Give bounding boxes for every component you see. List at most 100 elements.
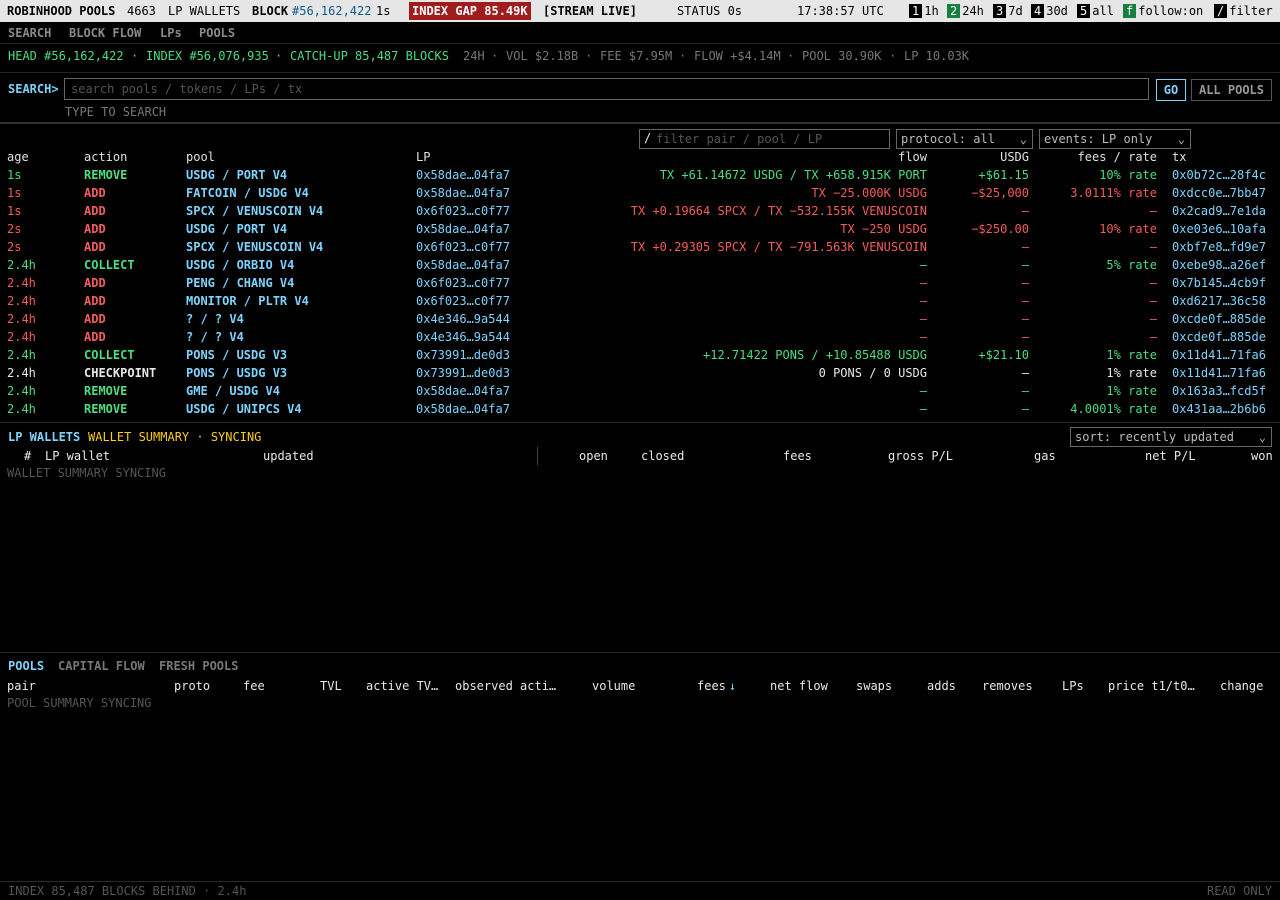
- col-pair[interactable]: pair: [7, 677, 36, 695]
- search-input[interactable]: [64, 78, 1149, 100]
- follow-toggle[interactable]: f follow:on: [1123, 2, 1203, 20]
- event-pool[interactable]: PONS / USDG V3: [186, 346, 287, 364]
- event-pool[interactable]: SPCX / VENUSCOIN V4: [186, 238, 323, 256]
- event-row[interactable]: 2.4h REMOVE USDG / UNIPCS V4 0x58dae…04fa7 —…: [0, 400, 1280, 418]
- col-flow[interactable]: flow: [898, 148, 927, 166]
- event-pool[interactable]: USDG / ORBIO V4: [186, 256, 294, 274]
- event-row[interactable]: 2.4h ADD ? / ? V4 0x4e346…9a544 — — — 0xcde0f…8…: [0, 310, 1280, 328]
- event-lp-address[interactable]: 0x6f023…c0f77: [416, 238, 510, 256]
- event-lp-address[interactable]: 0x73991…de0d3: [416, 364, 510, 382]
- col-open[interactable]: open: [579, 447, 608, 465]
- filter-shortcut[interactable]: / filter: [1214, 2, 1273, 20]
- col-adds[interactable]: adds: [927, 677, 956, 695]
- all-pools-button[interactable]: ALL POOLS: [1191, 79, 1272, 101]
- col-closed[interactable]: closed: [641, 447, 684, 465]
- col-gross-pl[interactable]: gross P/L: [888, 447, 953, 465]
- event-row[interactable]: 1s ADD FATCOIN / USDG V4 0x58dae…04fa7 TX −2…: [0, 184, 1280, 202]
- event-pool[interactable]: ? / ? V4: [186, 310, 244, 328]
- col-age[interactable]: age: [7, 148, 29, 166]
- event-lp-address[interactable]: 0x6f023…c0f77: [416, 202, 510, 220]
- event-pool[interactable]: USDG / PORT V4: [186, 166, 287, 184]
- event-tx-hash[interactable]: 0xe03e6…10afa: [1172, 220, 1266, 238]
- col-fees-rate[interactable]: fees / rate: [1078, 148, 1157, 166]
- event-lp-address[interactable]: 0x6f023…c0f77: [416, 292, 510, 310]
- event-tx-hash[interactable]: 0x11d41…71fa6: [1172, 364, 1266, 382]
- col-gas[interactable]: gas: [1034, 447, 1056, 465]
- nav-lps[interactable]: LPs: [160, 24, 182, 42]
- event-tx-hash[interactable]: 0x431aa…2b6b6: [1172, 400, 1266, 418]
- range-7d[interactable]: 3 7d: [993, 2, 1023, 20]
- event-lp-address[interactable]: 0x58dae…04fa7: [416, 400, 510, 418]
- event-pool[interactable]: PONS / USDG V3: [186, 364, 287, 382]
- col-pool-fees[interactable]: fees ↓: [697, 677, 736, 695]
- event-row[interactable]: 1s ADD SPCX / VENUSCOIN V4 0x6f023…c0f77 TX …: [0, 202, 1280, 220]
- event-pool[interactable]: ? / ? V4: [186, 328, 244, 346]
- event-row[interactable]: 2s ADD USDG / PORT V4 0x58dae…04fa7 TX −250 …: [0, 220, 1280, 238]
- event-lp-address[interactable]: 0x58dae…04fa7: [416, 256, 510, 274]
- col-net-pl[interactable]: net P/L: [1145, 447, 1196, 465]
- event-row[interactable]: 2.4h COLLECT PONS / USDG V3 0x73991…de0d3 +1…: [0, 346, 1280, 364]
- event-tx-hash[interactable]: 0x11d41…71fa6: [1172, 346, 1266, 364]
- protocol-select[interactable]: protocol: all ⌄: [896, 129, 1033, 149]
- col-observed[interactable]: observed acti…: [455, 677, 556, 695]
- col-pool[interactable]: pool: [186, 148, 215, 166]
- block-number[interactable]: #56,162,422: [292, 2, 371, 20]
- nav-block-flow[interactable]: BLOCK FLOW: [69, 24, 141, 42]
- event-row[interactable]: 2.4h REMOVE GME / USDG V4 0x58dae…04fa7 — — 1%…: [0, 382, 1280, 400]
- tab-fresh-pools[interactable]: FRESH POOLS: [159, 657, 238, 675]
- lp-wallets-title[interactable]: LP WALLETS: [8, 428, 80, 446]
- event-tx-hash[interactable]: 0x163a3…fcd5f: [1172, 382, 1266, 400]
- go-button[interactable]: GO: [1156, 79, 1186, 101]
- nav-search[interactable]: SEARCH: [8, 24, 51, 42]
- col-wallet[interactable]: LP wallet: [45, 447, 110, 465]
- col-action[interactable]: action: [84, 148, 127, 166]
- event-row[interactable]: 2s ADD SPCX / VENUSCOIN V4 0x6f023…c0f77 TX …: [0, 238, 1280, 256]
- event-tx-hash[interactable]: 0xcde0f…885de: [1172, 310, 1266, 328]
- col-fees[interactable]: fees: [783, 447, 812, 465]
- col-volume[interactable]: volume: [592, 677, 635, 695]
- event-tx-hash[interactable]: 0xcde0f…885de: [1172, 328, 1266, 346]
- events-select[interactable]: events: LP only ⌄: [1039, 129, 1191, 149]
- event-lp-address[interactable]: 0x73991…de0d3: [416, 346, 510, 364]
- col-swaps[interactable]: swaps: [856, 677, 892, 695]
- event-tx-hash[interactable]: 0x2cad9…7e1da: [1172, 202, 1266, 220]
- nav-pools[interactable]: POOLS: [199, 24, 235, 42]
- col-fee[interactable]: fee: [243, 677, 265, 695]
- tab-capital-flow[interactable]: CAPITAL FLOW: [58, 657, 145, 675]
- range-24h[interactable]: 2 24h: [947, 2, 984, 20]
- col-removes[interactable]: removes: [982, 677, 1033, 695]
- event-pool[interactable]: PENG / CHANG V4: [186, 274, 294, 292]
- event-row[interactable]: 2.4h CHECKPOINT PONS / USDG V3 0x73991…de0d…: [0, 364, 1280, 382]
- event-tx-hash[interactable]: 0x0b72c…28f4c: [1172, 166, 1266, 184]
- col-net-flow[interactable]: net flow: [770, 677, 828, 695]
- range-1h[interactable]: 1 1h: [909, 2, 939, 20]
- event-tx-hash[interactable]: 0xd6217…36c58: [1172, 292, 1266, 310]
- event-lp-address[interactable]: 0x58dae…04fa7: [416, 184, 510, 202]
- col-lp[interactable]: LP: [416, 148, 430, 166]
- range-30d[interactable]: 4 30d: [1031, 2, 1068, 20]
- event-tx-hash[interactable]: 0x7b145…4cb9f: [1172, 274, 1266, 292]
- col-updated[interactable]: updated: [263, 447, 314, 465]
- col-tx[interactable]: tx: [1172, 148, 1186, 166]
- col-active-tvl[interactable]: active TV…: [366, 677, 438, 695]
- event-pool[interactable]: USDG / PORT V4: [186, 220, 287, 238]
- event-tx-hash[interactable]: 0xebe98…a26ef: [1172, 256, 1266, 274]
- col-proto[interactable]: proto: [174, 677, 210, 695]
- event-lp-address[interactable]: 0x4e346…9a544: [416, 328, 510, 346]
- event-pool[interactable]: FATCOIN / USDG V4: [186, 184, 309, 202]
- wallet-sort-select[interactable]: sort: recently updated ⌄: [1070, 427, 1272, 447]
- event-pool[interactable]: USDG / UNIPCS V4: [186, 400, 302, 418]
- event-row[interactable]: 2.4h ADD MONITOR / PLTR V4 0x6f023…c0f77 — — —…: [0, 292, 1280, 310]
- event-lp-address[interactable]: 0x6f023…c0f77: [416, 274, 510, 292]
- tab-pools[interactable]: POOLS: [8, 657, 44, 675]
- event-pool[interactable]: SPCX / VENUSCOIN V4: [186, 202, 323, 220]
- event-row[interactable]: 2.4h COLLECT USDG / ORBIO V4 0x58dae…04fa7 —…: [0, 256, 1280, 274]
- event-row[interactable]: 2.4h ADD ? / ? V4 0x4e346…9a544 — — — 0xcde0f…8…: [0, 328, 1280, 346]
- event-pool[interactable]: GME / USDG V4: [186, 382, 280, 400]
- event-pool[interactable]: MONITOR / PLTR V4: [186, 292, 309, 310]
- event-row[interactable]: 2.4h ADD PENG / CHANG V4 0x6f023…c0f77 — — — 0x…: [0, 274, 1280, 292]
- col-usdg[interactable]: USDG: [1000, 148, 1029, 166]
- event-row[interactable]: 1s REMOVE USDG / PORT V4 0x58dae…04fa7 TX +6…: [0, 166, 1280, 184]
- col-tvl[interactable]: TVL: [320, 677, 342, 695]
- event-lp-address[interactable]: 0x58dae…04fa7: [416, 220, 510, 238]
